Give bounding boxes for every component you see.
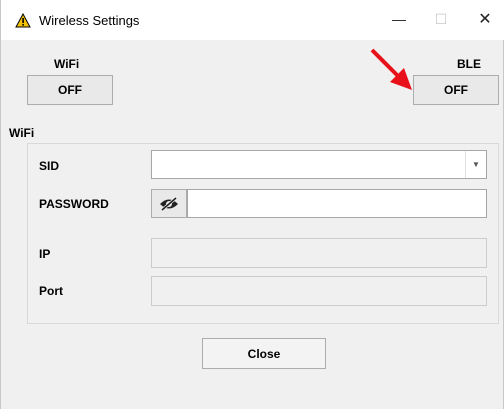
password-label: PASSWORD xyxy=(39,197,109,211)
ble-toggle-label: BLE xyxy=(457,57,481,71)
port-label: Port xyxy=(39,284,63,298)
sid-label: SID xyxy=(39,159,60,173)
chevron-down-icon[interactable]: ▼ xyxy=(465,151,486,178)
toggle-password-visibility-button[interactable] xyxy=(151,189,187,218)
title-bar: Wireless Settings — ☐ ✕ xyxy=(1,0,504,40)
window-title: Wireless Settings xyxy=(39,13,140,28)
red-arrow-icon xyxy=(370,48,412,90)
close-button[interactable]: Close xyxy=(202,338,326,369)
ip-field xyxy=(151,238,487,268)
wireless-settings-window: Wireless Settings — ☐ ✕ WiFi OFF BLE OFF… xyxy=(0,0,504,409)
ip-label: IP xyxy=(39,247,51,261)
sid-dropdown[interactable]: ▼ xyxy=(151,150,487,179)
ble-toggle-button[interactable]: OFF xyxy=(413,75,499,105)
wifi-section-title: WiFi xyxy=(9,126,35,140)
port-field xyxy=(151,276,487,306)
close-window-button[interactable]: ✕ xyxy=(465,4,504,34)
warning-triangle-icon xyxy=(15,13,31,28)
maximize-button[interactable]: ☐ xyxy=(421,4,461,34)
eye-slash-icon xyxy=(160,196,178,211)
minimize-button[interactable]: — xyxy=(379,4,419,34)
wifi-toggle-button[interactable]: OFF xyxy=(27,75,113,105)
password-input[interactable] xyxy=(187,189,487,218)
wifi-toggle-label: WiFi xyxy=(54,57,80,71)
